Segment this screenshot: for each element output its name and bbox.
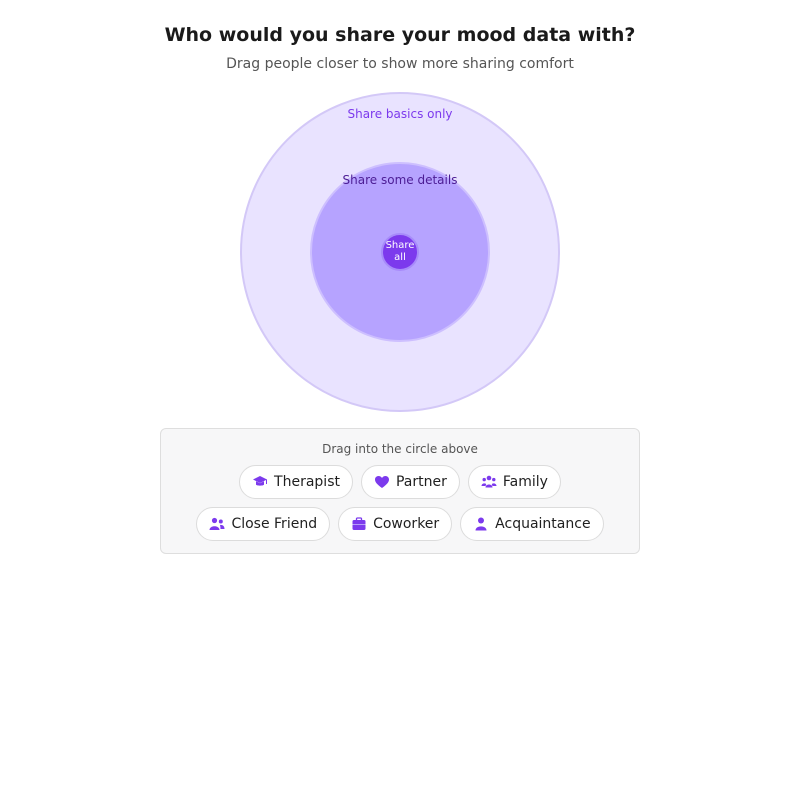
people-row-1: Therapist Partner Family [161,465,639,499]
briefcase-icon [351,516,367,532]
person-chip-label: Close Friend [231,516,318,532]
page-subtitle: Drag people closer to show more sharing … [226,56,574,72]
person-chip-label: Family [502,474,548,490]
person-chip-close-friend[interactable]: Close Friend [196,507,331,541]
friends-icon [209,516,225,532]
person-chip-coworker[interactable]: Coworker [338,507,453,541]
inner-ring-label-line1: Share [385,240,415,251]
mood-sharing-page: Who would you share your mood data with?… [0,0,800,800]
people-tray: Drag into the circle above Therapist Par… [160,428,640,554]
person-chip-label: Partner [395,474,447,490]
graduation-cap-icon [252,474,268,490]
outer-ring-label: Share basics only [347,107,453,121]
people-row-2: Close Friend Coworker Acquaintance [161,507,639,541]
middle-ring-label: Share some details [342,173,458,187]
heart-icon [374,474,390,490]
person-chip-label: Acquaintance [495,516,591,532]
inner-ring-label-line2: all [394,252,406,263]
person-chip-acquaintance[interactable]: Acquaintance [460,507,604,541]
person-chip-partner[interactable]: Partner [360,465,460,499]
tray-hint: Drag into the circle above [322,442,478,456]
person-chip-therapist[interactable]: Therapist [239,465,353,499]
inner-ring-drop-zone[interactable]: Share all [381,233,419,271]
person-chip-label: Coworker [373,516,440,532]
page-title: Who would you share your mood data with? [164,24,636,46]
person-icon [473,516,489,532]
person-chip-family[interactable]: Family [467,465,561,499]
person-chip-label: Therapist [274,474,340,490]
inner-ring-label: Share all [383,240,417,264]
family-icon [481,474,497,490]
